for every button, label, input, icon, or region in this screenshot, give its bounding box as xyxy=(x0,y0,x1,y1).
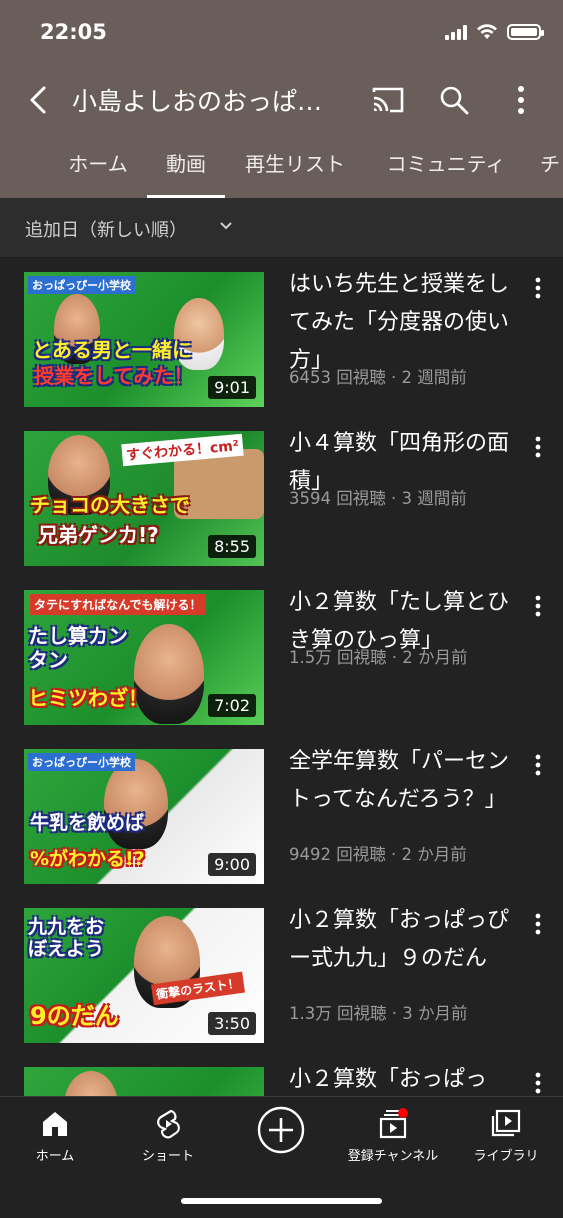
more-vert-icon[interactable] xyxy=(528,592,548,622)
video-list-item[interactable]: タテにすればなんでも解ける！ たし算カンタン ヒミツわざ！ 7:02 小２算数「… xyxy=(0,590,563,740)
status-time: 22:05 xyxy=(40,20,107,44)
video-thumbnail[interactable]: おっぱっぴー小学校 牛乳を飲めば %がわかる!? 9:00 xyxy=(24,749,264,884)
video-title[interactable]: 小２算数「おっぱっ xyxy=(289,1067,517,1096)
app-bar: 小島よしおのおっぱ… xyxy=(0,66,563,132)
thumbnail-tag: おっぱっぴー小学校 xyxy=(28,276,135,294)
video-list-item[interactable]: おっぱっぴー小学校 とある男と一緒に 授業をしてみた！ 9:01 はいち先生と授… xyxy=(0,272,563,422)
more-vert-icon[interactable] xyxy=(528,751,548,781)
video-duration: 8:55 xyxy=(208,535,256,558)
cellular-signal-icon xyxy=(445,24,467,40)
more-vert-icon[interactable] xyxy=(528,910,548,940)
tab-home[interactable]: ホーム xyxy=(50,132,146,198)
video-duration: 3:50 xyxy=(208,1012,256,1035)
video-duration: 9:01 xyxy=(208,376,256,399)
chevron-down-icon xyxy=(220,222,232,230)
video-thumbnail[interactable]: おっぱっぴー小学校 とある男と一緒に 授業をしてみた！ 9:01 xyxy=(24,272,264,407)
video-duration: 9:00 xyxy=(208,853,256,876)
nav-subscriptions[interactable]: 登録チャンネル xyxy=(338,1107,448,1164)
sort-dropdown[interactable]: 追加日（新しい順） xyxy=(0,198,563,258)
video-title[interactable]: はいち先生と授業をしてみた「分度器の使い方」 xyxy=(289,266,517,380)
thumbnail-caption: チョコの大きさで xyxy=(30,493,190,517)
thumbnail-caption: とある男と一緒に xyxy=(32,338,192,362)
video-thumbnail[interactable]: すぐわかる！cm² チョコの大きさで 兄弟ゲンカ!? 8:55 xyxy=(24,431,264,566)
more-options-icon[interactable] xyxy=(506,80,536,120)
video-meta: 1.5万 回視聴 · 2 か月前 xyxy=(289,648,468,667)
video-title[interactable]: 全学年算数「パーセントってなんだろう？」 xyxy=(289,743,517,819)
video-list-item[interactable]: おっぱっぴー小学校 牛乳を飲めば %がわかる!? 9:00 全学年算数「パーセン… xyxy=(0,749,563,899)
nav-library[interactable]: ライブラリ xyxy=(451,1107,561,1164)
nav-home-label: ホーム xyxy=(35,1149,75,1164)
nav-shorts-label: ショート xyxy=(141,1149,194,1164)
nav-library-label: ライブラリ xyxy=(473,1149,539,1164)
more-vert-icon[interactable] xyxy=(528,1069,548,1096)
library-icon xyxy=(491,1109,521,1137)
thumbnail-caption: 九九をおぼえよう xyxy=(28,916,105,960)
thumbnail-caption: ヒミツわざ！ xyxy=(28,686,148,710)
more-vert-icon[interactable] xyxy=(528,433,548,463)
wifi-icon xyxy=(477,24,497,39)
home-icon xyxy=(43,1112,67,1136)
thumbnail-caption: たし算カンタン xyxy=(28,624,128,672)
nav-shorts[interactable]: ショート xyxy=(113,1107,223,1164)
video-meta: 1.3万 回視聴 · 3 か月前 xyxy=(289,1004,468,1023)
battery-icon xyxy=(507,24,544,40)
tab-community[interactable]: コミュニティ xyxy=(378,132,514,198)
channel-title: 小島よしおのおっぱ… xyxy=(72,87,323,116)
video-thumbnail[interactable] xyxy=(24,1067,264,1096)
thumbnail-tag: タテにすればなんでも解ける！ xyxy=(30,594,206,615)
thumbnail-caption: %がわかる!? xyxy=(30,848,145,870)
tab-videos[interactable]: 動画 xyxy=(147,132,225,198)
nav-subscriptions-label: 登録チャンネル xyxy=(347,1149,439,1164)
thumbnail-caption: 牛乳を飲めば xyxy=(30,812,145,834)
cast-icon[interactable] xyxy=(370,84,406,116)
video-meta: 3594 回視聴 · 3 週間前 xyxy=(289,489,467,508)
video-list-item[interactable]: すぐわかる！cm² チョコの大きさで 兄弟ゲンカ!? 8:55 小４算数「四角形… xyxy=(0,431,563,581)
video-thumbnail[interactable]: タテにすればなんでも解ける！ たし算カンタン ヒミツわざ！ 7:02 xyxy=(24,590,264,725)
thumbnail-tag: おっぱっぴー小学校 xyxy=(28,753,135,771)
thumbnail-caption: 兄弟ゲンカ!? xyxy=(38,523,159,547)
sort-label: 追加日（新しい順） xyxy=(25,220,187,241)
back-arrow-icon[interactable] xyxy=(20,80,56,120)
video-duration: 7:02 xyxy=(208,694,256,717)
tab-playlists[interactable]: 再生リスト xyxy=(236,132,354,198)
subscriptions-icon xyxy=(379,1108,408,1139)
notification-dot xyxy=(398,1108,408,1118)
video-title[interactable]: 小２算数「おっぱっぴー式九九」９のだん xyxy=(289,902,517,978)
nav-create[interactable] xyxy=(226,1105,336,1155)
create-icon xyxy=(257,1106,305,1154)
status-bar: 22:05 xyxy=(0,0,563,66)
more-vert-icon[interactable] xyxy=(528,274,548,304)
shorts-icon xyxy=(157,1109,180,1139)
home-indicator[interactable] xyxy=(181,1198,382,1204)
status-icons xyxy=(445,24,544,40)
search-icon[interactable] xyxy=(436,80,472,120)
video-list-item[interactable]: 小２算数「おっぱっ xyxy=(0,1067,563,1096)
thumbnail-caption: 9のだん xyxy=(30,1002,119,1030)
video-thumbnail[interactable]: 衝撃のラスト！ 九九をおぼえよう 9のだん 3:50 xyxy=(24,908,264,1043)
channel-tabs: ホーム 動画 再生リスト コミュニティ チ xyxy=(0,132,563,198)
nav-home[interactable]: ホーム xyxy=(0,1107,110,1164)
video-meta: 9492 回視聴 · 2 か月前 xyxy=(289,845,467,864)
video-list-item[interactable]: 衝撃のラスト！ 九九をおぼえよう 9のだん 3:50 小２算数「おっぱっぴー式九… xyxy=(0,908,563,1058)
video-meta: 6453 回視聴 · 2 週間前 xyxy=(289,368,467,387)
thumbnail-caption: 授業をしてみた！ xyxy=(34,364,194,388)
tab-channels[interactable]: チ xyxy=(540,132,563,198)
